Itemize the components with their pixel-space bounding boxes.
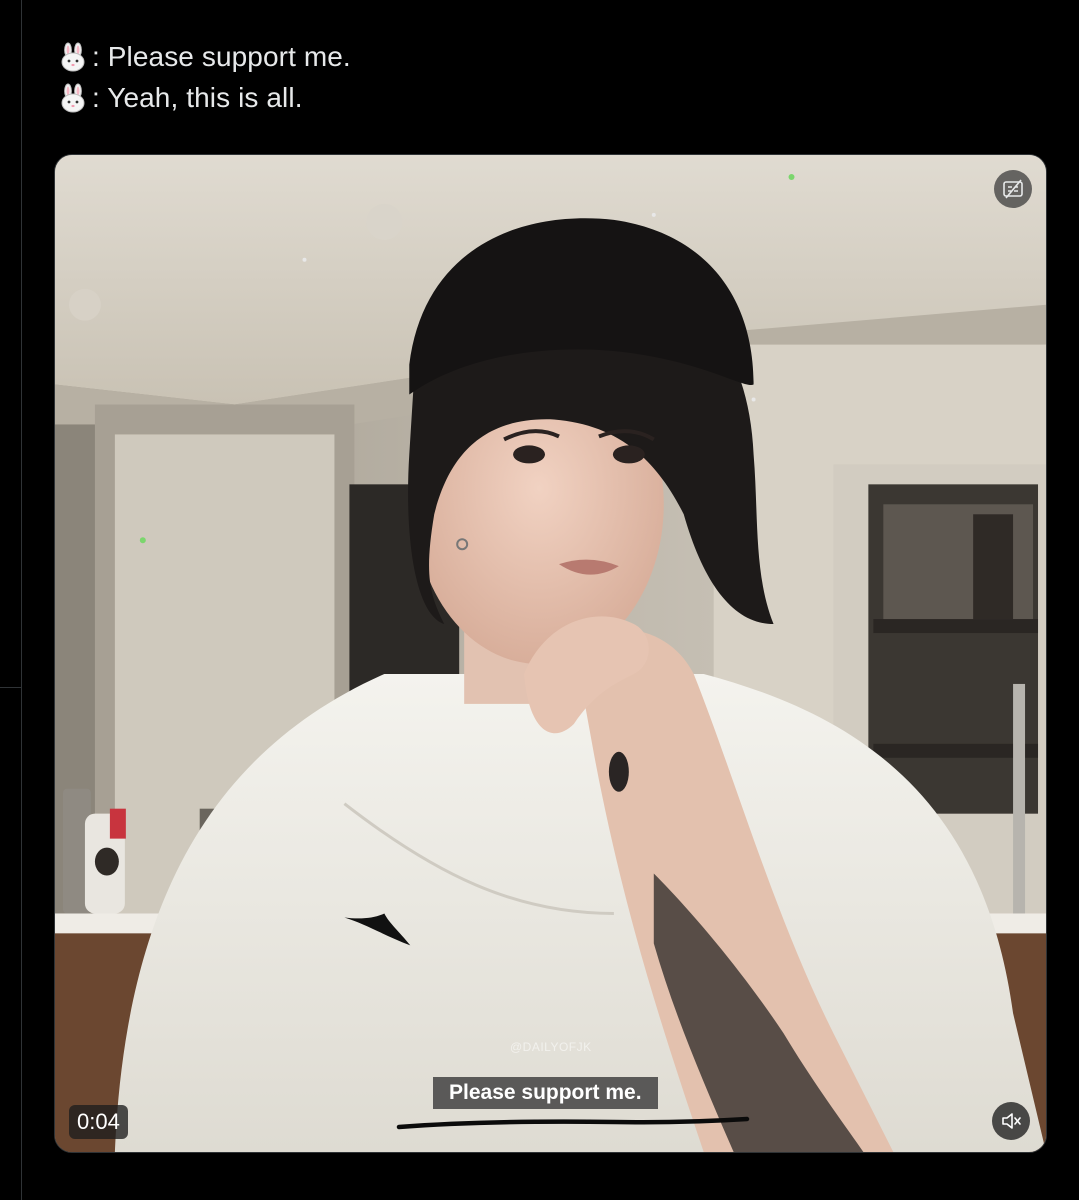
speaker-muted-icon	[1002, 1113, 1021, 1129]
tweet-line-1: : Please support me.	[58, 36, 351, 77]
tweet-line-2-text: : Yeah, this is all.	[92, 82, 303, 113]
mute-toggle-button[interactable]	[992, 1102, 1030, 1140]
timeline-divider-tick	[0, 687, 22, 688]
captions-toggle-button[interactable]	[994, 170, 1032, 208]
rabbit-face-icon	[58, 42, 88, 72]
timeline-divider	[0, 0, 22, 1200]
video-player[interactable]: @DAILYOFJK Please support me. 0:04	[54, 154, 1047, 1153]
tweet-line-1-text: : Please support me.	[92, 41, 351, 72]
video-timestamp: 0:04	[69, 1105, 128, 1139]
captions-off-icon	[1003, 179, 1023, 199]
video-subtitle: Please support me.	[433, 1077, 658, 1109]
video-watermark: @DAILYOFJK	[510, 1040, 592, 1054]
tweet-text: : Please support me. : Yeah, this is all…	[58, 36, 351, 118]
tweet-line-2: : Yeah, this is all.	[58, 77, 351, 118]
video-frame	[55, 155, 1046, 1152]
handwritten-underline	[396, 1116, 750, 1130]
rabbit-face-icon	[58, 83, 88, 113]
